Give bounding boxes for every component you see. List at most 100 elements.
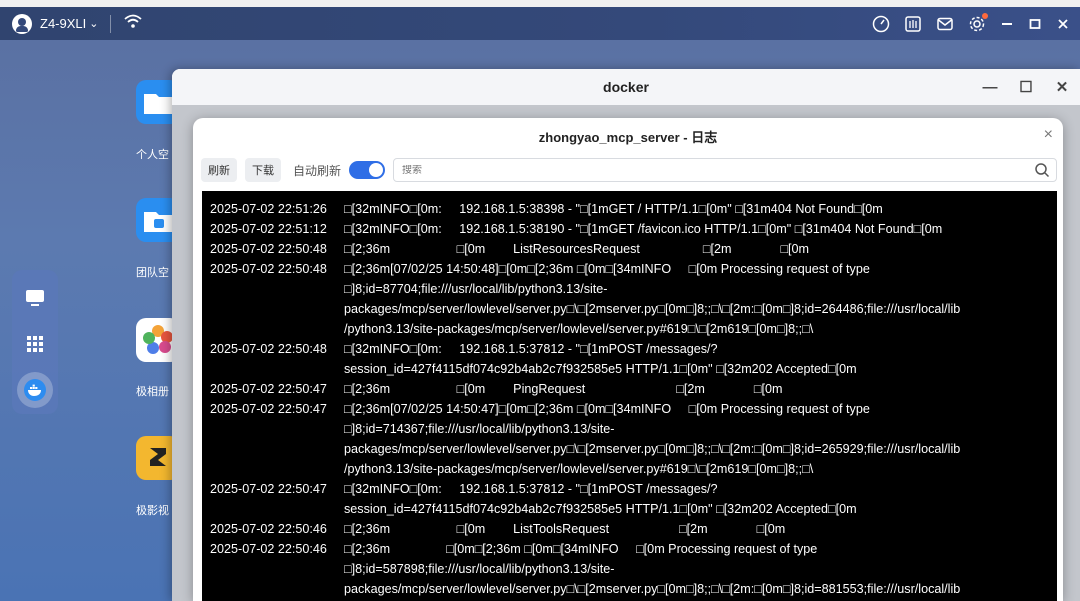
log-message: □[2;36m □[0m ListToolsRequest □[2m □[0m bbox=[344, 522, 786, 536]
log-timestamp bbox=[202, 499, 344, 519]
docker-dock-icon[interactable] bbox=[17, 372, 53, 408]
desktop-icon[interactable] bbox=[17, 280, 53, 316]
log-timestamp bbox=[202, 279, 344, 299]
log-timestamp: 2025-07-02 22:50:47 bbox=[210, 402, 327, 416]
log-message: session_id=427f4115df074c92b4ab2c7f93258… bbox=[344, 502, 857, 516]
log-dialog: zhongyao_mcp_server - 日志 × 刷新 下载 自动刷新 20… bbox=[193, 118, 1063, 601]
log-line: 2025-07-02 22:50:48 □[2;36m[07/02/25 14:5… bbox=[202, 259, 1057, 279]
log-line: 2025-07-02 22:50:48 □[32mINFO□[0m: 192.16… bbox=[202, 339, 1057, 359]
log-timestamp: 2025-07-02 22:51:12 bbox=[210, 222, 327, 236]
log-line: packages/mcp/server/lowlevel/server.py□\… bbox=[202, 299, 1057, 319]
log-timestamp: 2025-07-02 22:50:48 bbox=[210, 262, 327, 276]
divider bbox=[110, 14, 112, 33]
wifi-icon[interactable] bbox=[123, 13, 143, 34]
log-line: 2025-07-02 22:51:26 □[32mINFO□[0m: 192.16… bbox=[202, 199, 1057, 219]
log-line: /python3.13/site-packages/mcp/server/low… bbox=[202, 459, 1057, 479]
notification-dot bbox=[982, 12, 988, 19]
log-line: session_id=427f4115df074c92b4ab2c7f93258… bbox=[202, 499, 1057, 519]
log-line: 2025-07-02 22:50:48 □[2;36m □[0m ListReso… bbox=[202, 239, 1057, 259]
log-output: 2025-07-02 22:51:26 □[32mINFO□[0m: 192.16… bbox=[202, 191, 1057, 601]
log-timestamp: 2025-07-02 22:50:46 bbox=[210, 522, 327, 536]
desktop-icon-label: 极影视 bbox=[136, 505, 169, 517]
desktop-icon-label: 团队空 bbox=[136, 267, 169, 279]
close-icon[interactable] bbox=[1056, 17, 1070, 31]
log-message: □]8;id=714367;file:///usr/local/lib/pyth… bbox=[344, 422, 615, 436]
log-timestamp bbox=[202, 299, 344, 319]
log-message: □]8;id=587898;file:///usr/local/lib/pyth… bbox=[344, 562, 615, 576]
download-button[interactable]: 下载 bbox=[245, 158, 281, 182]
log-timestamp: 2025-07-02 22:50:46 bbox=[210, 542, 327, 556]
log-timestamp bbox=[202, 559, 344, 579]
log-timestamp: 2025-07-02 22:50:47 bbox=[210, 382, 327, 396]
log-line: session_id=427f4115df074c92b4ab2c7f93258… bbox=[202, 359, 1057, 379]
log-message: □[2;36m[07/02/25 14:50:47]□[0m□[2;36m □[… bbox=[344, 402, 870, 416]
refresh-button[interactable]: 刷新 bbox=[201, 158, 237, 182]
close-button[interactable]: ✕ bbox=[1044, 78, 1080, 96]
log-line: 2025-07-02 22:50:47 □[2;36m □[0m PingRequ… bbox=[202, 379, 1057, 399]
device-name: Z4-9XLI bbox=[40, 16, 87, 31]
log-timestamp bbox=[202, 439, 344, 459]
log-message: □[32mINFO□[0m: 192.168.1.5:37812 - "□[1m… bbox=[344, 342, 718, 356]
log-timestamp bbox=[202, 319, 344, 339]
docker-title-bar: docker — ☐ ✕ bbox=[172, 69, 1080, 105]
search-input[interactable] bbox=[402, 164, 1048, 176]
minimize-button[interactable]: — bbox=[972, 79, 1008, 96]
log-message: session_id=427f4115df074c92b4ab2c7f93258… bbox=[344, 362, 857, 376]
window-title: docker bbox=[603, 79, 649, 95]
dialog-close-button[interactable]: × bbox=[1044, 126, 1053, 144]
log-message: □[2;36m □[0m ListResourcesRequest □[2m □… bbox=[344, 242, 810, 256]
log-timestamp bbox=[202, 419, 344, 439]
top-strip bbox=[0, 0, 1080, 7]
top-bar: Z4-9XLI ⌄ bbox=[0, 7, 1080, 40]
log-timestamp: 2025-07-02 22:51:26 bbox=[210, 202, 327, 216]
dialog-title: zhongyao_mcp_server - 日志 bbox=[538, 129, 718, 145]
log-timestamp bbox=[202, 579, 344, 599]
log-toolbar: 刷新 下载 自动刷新 bbox=[201, 157, 1057, 183]
task-icon[interactable] bbox=[904, 15, 922, 33]
log-timestamp: 2025-07-02 22:50:48 bbox=[210, 242, 327, 256]
desktop-icon-label: 个人空 bbox=[136, 149, 169, 161]
log-line: packages/mcp/server/lowlevel/server.py□\… bbox=[202, 579, 1057, 599]
log-message: □[2;36m □[0m□[2;36m □[0m□[34mINFO □[0m P… bbox=[344, 542, 818, 556]
auto-refresh-toggle[interactable] bbox=[349, 161, 386, 179]
search-box[interactable] bbox=[393, 158, 1057, 182]
avatar-icon bbox=[12, 13, 32, 34]
log-line: 2025-07-02 22:51:12 □[32mINFO□[0m: 192.16… bbox=[202, 219, 1057, 239]
log-line: 2025-07-02 22:50:46 □[2;36m □[0m ListTool… bbox=[202, 519, 1057, 539]
log-message: packages/mcp/server/lowlevel/server.py□\… bbox=[344, 582, 961, 596]
log-timestamp bbox=[202, 459, 344, 479]
log-timestamp bbox=[202, 359, 344, 379]
log-message: □]8;id=87704;file:///usr/local/lib/pytho… bbox=[344, 282, 608, 296]
log-line: □]8;id=714367;file:///usr/local/lib/pyth… bbox=[202, 419, 1057, 439]
dock bbox=[12, 270, 58, 414]
log-line: □]8;id=587898;file:///usr/local/lib/pyth… bbox=[202, 559, 1057, 579]
desktop-icon-label: 极相册 bbox=[136, 386, 169, 398]
log-message: □[2;36m □[0m PingRequest □[2m □[0m bbox=[344, 382, 783, 396]
log-message: /python3.13/site-packages/mcp/server/low… bbox=[344, 322, 814, 336]
app-grid-icon[interactable] bbox=[17, 326, 53, 362]
log-message: /python3.13/site-packages/mcp/server/low… bbox=[344, 462, 814, 476]
log-timestamp: 2025-07-02 22:50:47 bbox=[210, 482, 327, 496]
log-line: packages/mcp/server/lowlevel/server.py□\… bbox=[202, 439, 1057, 459]
auto-refresh-label: 自动刷新 bbox=[293, 163, 342, 178]
log-message: □[2;36m[07/02/25 14:50:48]□[0m□[2;36m □[… bbox=[344, 262, 870, 276]
maximize-icon[interactable] bbox=[1028, 17, 1042, 31]
log-line: 2025-07-02 22:50:46 □[2;36m □[0m□[2;36m □… bbox=[202, 539, 1057, 559]
chevron-down-icon: ⌄ bbox=[89, 18, 99, 30]
device-menu[interactable]: Z4-9XLI ⌄ bbox=[12, 13, 99, 34]
speedometer-icon[interactable] bbox=[872, 15, 890, 33]
mail-icon[interactable] bbox=[936, 15, 954, 33]
log-timestamp: 2025-07-02 22:50:48 bbox=[210, 342, 327, 356]
log-message: □[32mINFO□[0m: 192.168.1.5:37812 - "□[1m… bbox=[344, 482, 718, 496]
log-message: □[32mINFO□[0m: 192.168.1.5:38190 - "□[1m… bbox=[344, 222, 943, 236]
search-icon[interactable] bbox=[1034, 162, 1050, 181]
minimize-icon[interactable] bbox=[1000, 17, 1014, 31]
log-line: 2025-07-02 22:50:47 □[32mINFO□[0m: 192.16… bbox=[202, 479, 1057, 499]
log-message: packages/mcp/server/lowlevel/server.py□\… bbox=[344, 442, 961, 456]
settings-icon[interactable] bbox=[968, 12, 988, 33]
log-message: □[32mINFO□[0m: 192.168.1.5:38398 - "□[1m… bbox=[344, 202, 883, 216]
log-line: □]8;id=87704;file:///usr/local/lib/pytho… bbox=[202, 279, 1057, 299]
dialog-title-bar: zhongyao_mcp_server - 日志 × bbox=[193, 118, 1063, 154]
log-line: 2025-07-02 22:50:47 □[2;36m[07/02/25 14:5… bbox=[202, 399, 1057, 419]
maximize-button[interactable]: ☐ bbox=[1008, 78, 1044, 96]
